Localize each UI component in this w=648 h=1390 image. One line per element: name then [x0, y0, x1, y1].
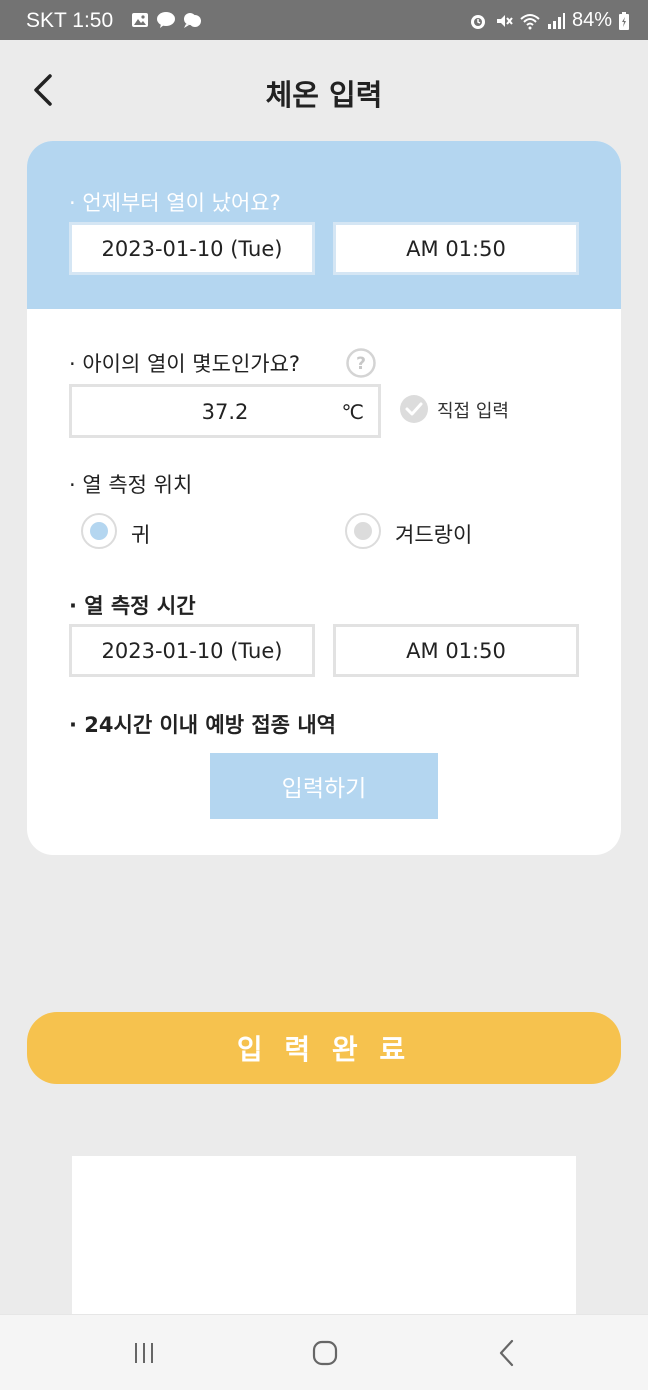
home-icon[interactable] — [307, 1337, 343, 1369]
measure-time-label: · 열 측정 시간 — [69, 594, 196, 618]
radio-ear-dot — [90, 522, 108, 540]
recent-apps-icon[interactable] — [126, 1337, 162, 1369]
complete-button[interactable]: 입 력 완 료 — [27, 1012, 621, 1084]
help-icon[interactable]: ? — [345, 347, 377, 379]
kakaotalk-icon — [157, 12, 175, 28]
battery-icon — [619, 11, 629, 30]
page-title: 체온 입력 — [265, 78, 383, 112]
app-header: 체온 입력 — [0, 40, 648, 140]
battery-percent: 84% — [571, 9, 612, 31]
fever-start-label: · 언제부터 열이 났어요? — [69, 191, 281, 215]
status-bar: SKT 1:50 84% — [0, 0, 648, 40]
wifi-icon — [520, 13, 540, 29]
signal-icon — [547, 12, 565, 29]
system-nav-bar — [0, 1314, 648, 1390]
ad-banner-area — [72, 1156, 576, 1316]
temperature-input[interactable]: 37.2 ℃ — [69, 384, 381, 438]
temperature-value: 37.2 — [201, 400, 249, 424]
radio-armpit-label[interactable]: 겨드랑이 — [395, 519, 472, 549]
gallery-icon — [132, 13, 148, 27]
alarm-icon — [470, 14, 485, 29]
radio-ear[interactable] — [81, 513, 117, 549]
direct-input-checkbox[interactable] — [399, 394, 429, 424]
temperature-form-card: · 언제부터 열이 났어요? 2023-01-10 (Tue) AM 01:50… — [27, 141, 621, 855]
vaccination-input-button[interactable]: 입력하기 — [210, 753, 438, 819]
back-nav-icon[interactable] — [490, 1337, 526, 1369]
fever-start-date-field[interactable]: 2023-01-10 (Tue) — [69, 222, 315, 275]
direct-input-label[interactable]: 직접 입력 — [437, 397, 509, 423]
measure-time-field[interactable]: AM 01:50 — [333, 624, 579, 677]
temperature-label: · 아이의 열이 몇도인가요? — [69, 352, 301, 376]
measure-date-field[interactable]: 2023-01-10 (Tue) — [69, 624, 315, 677]
radio-armpit[interactable] — [345, 513, 381, 549]
location-label: · 열 측정 위치 — [69, 473, 193, 497]
radio-armpit-dot — [354, 522, 372, 540]
chat-bubble-icon — [184, 13, 201, 28]
radio-ear-label[interactable]: 귀 — [131, 519, 150, 549]
temperature-unit: ℃ — [341, 400, 364, 424]
svg-text:?: ? — [356, 354, 366, 374]
status-time: SKT 1:50 — [26, 9, 114, 32]
mute-icon — [496, 14, 513, 27]
fever-start-time-field[interactable]: AM 01:50 — [333, 222, 579, 275]
vaccination-label: · 24시간 이내 예방 접종 내역 — [69, 713, 336, 737]
